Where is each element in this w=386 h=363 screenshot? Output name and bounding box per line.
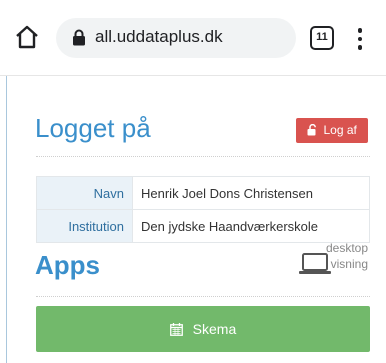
divider: [36, 296, 370, 297]
unlock-icon: [307, 123, 317, 136]
calendar-icon: [169, 323, 183, 336]
logout-label: Log af: [323, 123, 357, 137]
desktop-view-link[interactable]: desktop visning: [298, 240, 368, 284]
name-value: Henrik Joel Dons Christensen: [132, 176, 370, 210]
logged-in-heading: Logget på: [35, 113, 151, 143]
name-label: Navn: [36, 176, 133, 210]
divider: [36, 156, 370, 157]
lock-icon: [72, 29, 86, 46]
browser-toolbar: all.uddataplus.dk 11: [0, 0, 386, 76]
table-row: Institution Den jydske Haandværkerskole: [36, 209, 370, 243]
url-text[interactable]: all.uddataplus.dk: [95, 27, 223, 47]
more-vert-icon[interactable]: [356, 26, 364, 50]
apps-heading: Apps: [35, 250, 100, 280]
desktop-label-line1: desktop: [325, 241, 368, 255]
skema-label: Skema: [192, 321, 237, 337]
tabs-icon[interactable]: 11: [310, 26, 334, 50]
institution-label: Institution: [36, 209, 133, 243]
logout-button[interactable]: Log af: [296, 118, 368, 143]
desktop-view-label: desktop visning: [326, 240, 368, 272]
user-info-table: Navn Henrik Joel Dons Christensen Instit…: [36, 176, 370, 243]
home-icon[interactable]: [14, 24, 40, 50]
desktop-label-line2: visning: [330, 257, 368, 271]
skema-button[interactable]: Skema: [36, 306, 370, 352]
table-row: Navn Henrik Joel Dons Christensen: [36, 176, 370, 210]
institution-value: Den jydske Haandværkerskole: [132, 209, 370, 243]
